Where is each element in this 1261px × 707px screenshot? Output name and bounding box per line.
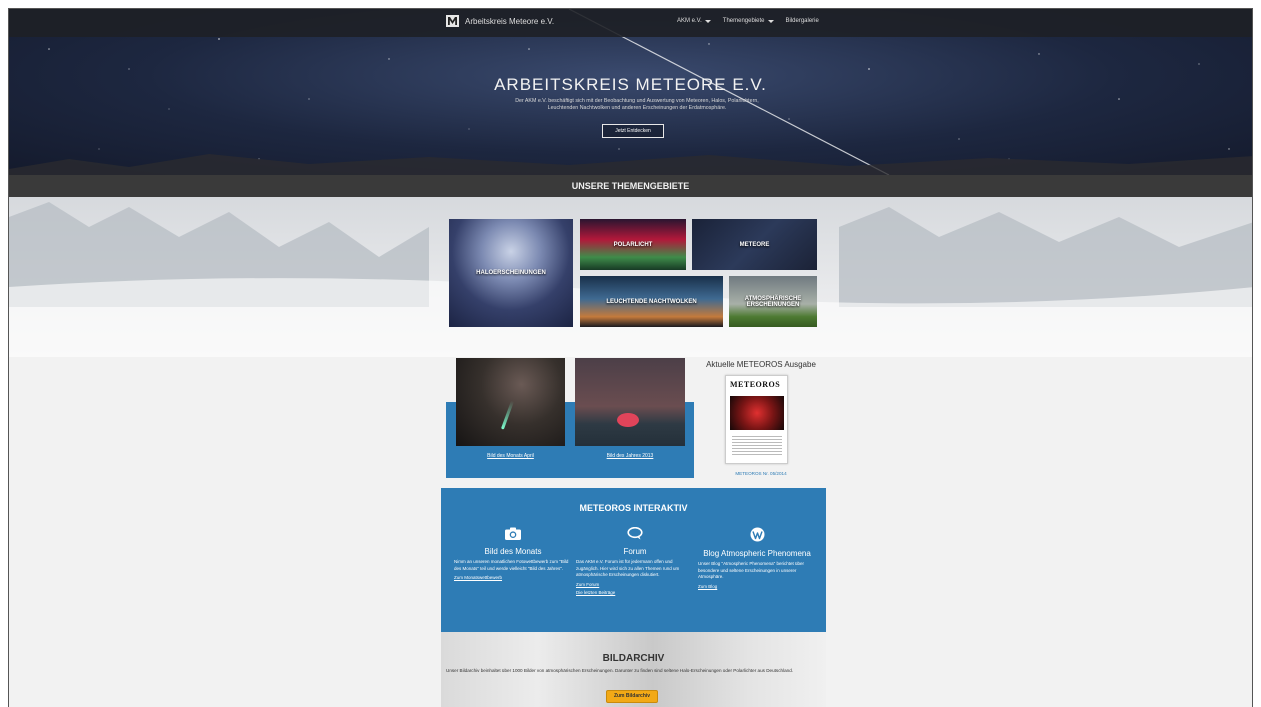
top-navbar: Arbeitskreis Meteore e.V. AKM e.V. Theme… [9,9,1252,37]
interactive-title: METEOROS INTERAKTIV [579,503,688,513]
monthly-contest-link[interactable]: Zum Monatswettbewerb [454,575,572,580]
archive-title: BILDARCHIV [602,653,665,664]
column-text: Das AKM e.V. Forum ist für jedermann off… [576,559,680,578]
red-sun [617,413,639,427]
topic-tile-nachtwolken[interactable]: LEUCHTENDE NACHTWOLKEN [580,276,723,327]
topic-tile-label: METEORE [739,241,770,248]
column-forum: Forum Das AKM e.V. Forum ist für jederma… [576,527,694,595]
blog-link[interactable]: Zum Blog [698,584,816,589]
topic-tile-halo[interactable]: HALOERSCHEINUNGEN [449,219,573,327]
issue-caption-link[interactable]: METEOROS Nr. 05/2014 [701,471,821,476]
caret-down-icon [704,19,711,23]
nav-item-akm[interactable]: AKM e.V. [677,18,711,24]
column-bild-des-monats: Bild des Monats Nimm an unseren monatlic… [454,527,572,580]
topic-tile-label: LEUCHTENDE NACHTWOLKEN [606,298,697,305]
image-archive-section: BILDARCHIV Unser Bildarchiv beinhaltet ü… [441,632,826,707]
nav-item-themengebiete[interactable]: Themengebiete [723,18,774,24]
photo-of-month[interactable] [456,358,565,446]
wordpress-icon [750,527,764,542]
issue-cover[interactable]: METEOROS [725,375,788,464]
nav-item-label: Themengebiete [722,18,765,24]
nav-menu: AKM e.V. Themengebiete Bildergalerie [677,18,819,24]
archive-text: Unser Bildarchiv beinhaltet über 1000 Bi… [446,668,794,673]
section-heading-topics: UNSERE THEMENGEBIETE [9,175,1252,197]
chat-bubble-icon [627,527,643,540]
nav-item-bildergalerie[interactable]: Bildergalerie [786,18,819,24]
page-frame: ARBEITSKREIS METEORE E.V. Der AKM e.V. b… [8,8,1253,707]
cover-title: METEOROS [730,380,781,389]
topic-tile-polarlicht[interactable]: POLARLICHT [580,219,686,270]
issue-heading: Aktuelle METEOROS Ausgabe [706,360,816,369]
hero-title: ARBEITSKREIS METEORE E.V. [494,75,767,94]
cover-text-lines [732,436,782,457]
photo-of-year[interactable] [575,358,685,446]
nav-item-label: Bildergalerie [785,18,819,24]
brand-name: Arbeitskreis Meteore e.V. [465,16,555,26]
forum-link[interactable]: Zum Forum [576,582,694,587]
fireball-streak [500,400,515,430]
camera-icon [505,527,521,540]
photo-of-year-link[interactable]: Bild des Jahres 2013 [575,453,685,459]
akm-logo-icon [446,15,459,27]
topic-tile-atmosphaerisch[interactable]: ATMOSPHÄRISCHE ERSCHEINUNGEN [729,276,817,327]
topic-tile-label: ATMOSPHÄRISCHE ERSCHEINUNGEN [744,295,802,308]
column-text: Unser Blog "Atmospheric Phenomena" beric… [698,561,805,580]
caret-down-icon [767,19,774,23]
nav-item-label: AKM e.V. [677,18,702,24]
discover-button[interactable]: Jetzt Entdecken [602,124,664,138]
topic-tile-label: HALOERSCHEINUNGEN [476,270,546,276]
topic-tile-label: POLARLICHT [613,241,653,248]
column-heading: Bild des Monats [484,547,542,556]
brand[interactable]: Arbeitskreis Meteore e.V. [446,15,554,27]
hero-description: Der AKM e.V. beschäftigt sich mit der Be… [515,98,759,112]
column-heading: Blog Atmospheric Phenomena [703,549,811,558]
cover-image [730,396,784,430]
photo-of-month-link[interactable]: Bild des Monats April [456,453,565,459]
archive-button[interactable]: Zum Bildarchiv [606,690,658,703]
interactive-section: METEOROS INTERAKTIV Bild des Monats Nimm… [441,488,826,632]
topic-tile-meteore[interactable]: METEORE [692,219,817,270]
column-blog: Blog Atmospheric Phenomena Unser Blog "A… [698,527,816,589]
latest-posts-link[interactable]: Die letzten Beiträge [576,590,694,595]
column-text: Nimm an unseren monatlichen Fotowettbewe… [454,559,569,571]
column-heading: Forum [623,547,647,556]
